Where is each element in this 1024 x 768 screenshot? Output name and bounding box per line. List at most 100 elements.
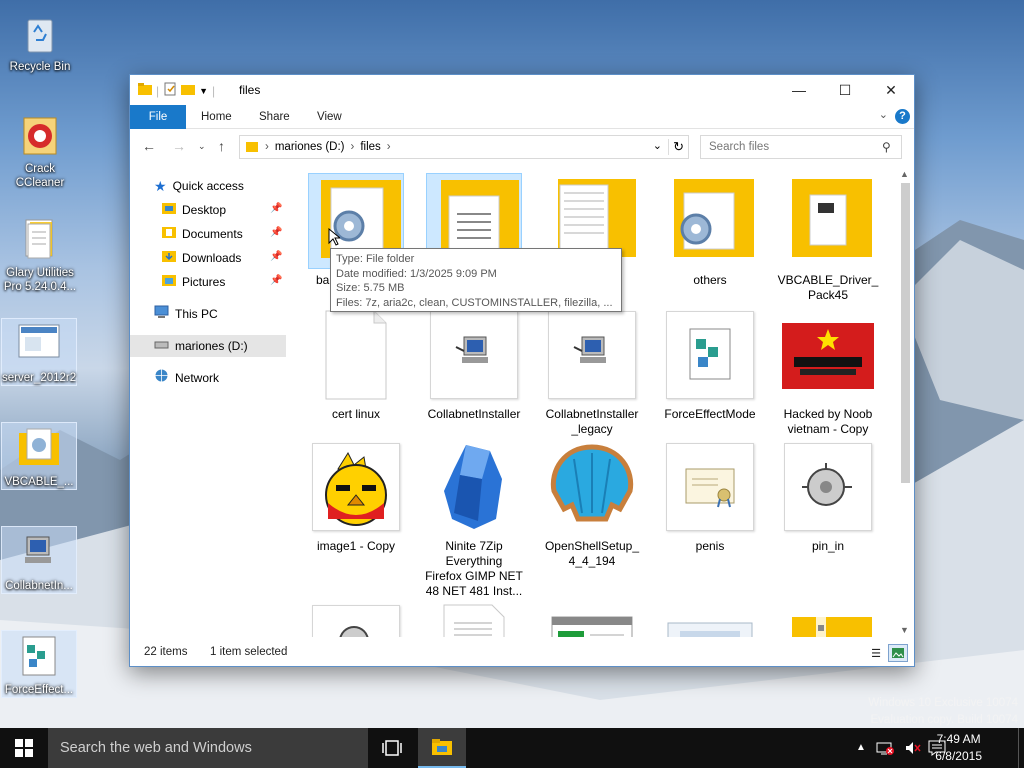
- item-label: OpenShellSetup_ 4_4_194: [544, 539, 640, 568]
- search-input[interactable]: Search files: [700, 135, 902, 159]
- nav-downloads[interactable]: Downloads: [162, 247, 241, 269]
- item-label: pin_in: [811, 539, 845, 553]
- watermark-line-2: Evaluation copy. Build 10074: [870, 714, 1018, 726]
- tab-view[interactable]: View: [303, 105, 356, 129]
- pictures-folder-icon: [162, 271, 176, 293]
- folder-icon: [780, 173, 876, 269]
- list-item-cert-linux[interactable]: cert linux: [304, 307, 408, 422]
- list-item-row4-3[interactable]: [540, 601, 644, 637]
- list-item-row4-4[interactable]: [658, 601, 762, 637]
- item-label: Ninite 7Zip Everything Firefox GIMP NET …: [425, 539, 523, 598]
- list-item-row4-1[interactable]: [304, 601, 408, 637]
- show-hidden-icons-icon[interactable]: ▲: [856, 742, 866, 753]
- item-label: ForceEffectMode: [664, 407, 756, 421]
- maximize-button[interactable]: ☐: [822, 75, 868, 105]
- desktop-icon-glary-utilities[interactable]: Glary Utilities Pro 5.24.0.4...: [0, 212, 80, 294]
- ccleaner-icon: [16, 112, 64, 160]
- nav-drive-mariones[interactable]: mariones (D:): [130, 335, 286, 357]
- new-folder-icon[interactable]: [181, 83, 196, 98]
- up-arrow-icon[interactable]: ↑: [218, 138, 225, 154]
- item-label: VBCABLE_Driver_ Pack45: [777, 273, 879, 302]
- task-view-button[interactable]: [368, 728, 416, 768]
- breadcrumb-drive[interactable]: mariones (D:): [275, 141, 345, 153]
- scroll-down-icon[interactable]: ▼: [900, 625, 909, 635]
- tab-file[interactable]: File: [130, 105, 186, 129]
- nav-network[interactable]: Network: [154, 367, 219, 389]
- details-view-icon[interactable]: ☰: [866, 644, 886, 662]
- scrollbar-thumb[interactable]: [901, 183, 910, 483]
- desktop-icon-label: server_2012r2: [2, 372, 77, 384]
- forward-arrow-icon[interactable]: →: [172, 138, 186, 154]
- list-item-folder-vbcable[interactable]: VBCABLE_Driver_ Pack45: [776, 173, 880, 303]
- list-item-row4-2[interactable]: [422, 601, 526, 637]
- desktop-icon-label: VBCABLE_...: [4, 476, 74, 488]
- title-bar[interactable]: | ▼ | files — ☐ ✕: [130, 75, 914, 105]
- pin-icon[interactable]: 📌: [270, 251, 282, 262]
- refresh-icon[interactable]: ↻: [668, 139, 684, 155]
- list-item-collabnetinstaller-legacy[interactable]: CollabnetInstaller _legacy: [540, 307, 644, 437]
- show-desktop-button[interactable]: [1018, 728, 1024, 768]
- volume-muted-icon[interactable]: [904, 740, 922, 759]
- file-explorer-taskbar-button[interactable]: [418, 728, 466, 768]
- system-clock[interactable]: 7:49 AM 6/8/2015: [935, 731, 982, 765]
- network-disconnected-icon[interactable]: [876, 740, 894, 759]
- list-item-image1-copy[interactable]: image1 - Copy: [304, 439, 408, 554]
- list-item-collabnetinstaller[interactable]: CollabnetInstaller: [422, 307, 526, 422]
- recent-locations-icon[interactable]: ⌄: [198, 141, 206, 152]
- pin-icon[interactable]: 📌: [270, 227, 282, 238]
- taskbar-search-box[interactable]: Search the web and Windows: [48, 728, 368, 768]
- vertical-scrollbar[interactable]: ▲ ▼: [898, 167, 912, 637]
- nav-documents[interactable]: Documents: [162, 223, 243, 245]
- nav-this-pc[interactable]: This PC: [154, 303, 218, 325]
- close-button[interactable]: ✕: [868, 75, 914, 105]
- desktop-icon-crack-ccleaner[interactable]: Crack CCleaner: [2, 108, 78, 190]
- search-icon: ⚲: [882, 140, 891, 154]
- tab-home[interactable]: Home: [187, 105, 246, 129]
- list-item-openshellsetup[interactable]: OpenShellSetup_ 4_4_194: [540, 439, 644, 569]
- item-count: 22 items: [144, 646, 188, 658]
- documents-folder-icon: [162, 223, 176, 245]
- text-file-icon: [426, 601, 522, 637]
- list-item-penis[interactable]: penis: [658, 439, 762, 554]
- back-arrow-icon[interactable]: ←: [142, 138, 156, 154]
- desktop-icon-server[interactable]: server_2012r2: [1, 318, 77, 386]
- expand-ribbon-icon[interactable]: ⌄: [879, 108, 888, 121]
- recycle-bin-icon: [16, 10, 64, 58]
- explorer-window[interactable]: | ▼ | files — ☐ ✕ File Home Share View ⌄…: [129, 74, 915, 667]
- properties-icon[interactable]: [163, 82, 177, 99]
- desktop-icon-vbcable[interactable]: VBCABLE_...: [1, 422, 77, 490]
- list-item-ninite[interactable]: Ninite 7Zip Everything Firefox GIMP NET …: [422, 439, 526, 599]
- list-item-folder-others[interactable]: others: [658, 173, 762, 288]
- scroll-up-icon[interactable]: ▲: [900, 169, 909, 179]
- list-item-forceeffectmode[interactable]: ForceEffectMode: [658, 307, 762, 422]
- selection-status: 1 item selected: [210, 646, 288, 658]
- pin-icon[interactable]: 📌: [270, 275, 282, 286]
- archive-folder-icon: [780, 601, 876, 637]
- tooltip-size: Size: 5.75 MB: [336, 282, 405, 294]
- list-item-pin-in[interactable]: pin_in: [776, 439, 880, 554]
- address-bar[interactable]: › mariones (D:) › files › ⌄ ↻: [239, 135, 689, 159]
- address-dropdown-icon[interactable]: ⌄: [653, 139, 662, 152]
- desktop-icon-collabnet[interactable]: CollabnetIn...: [1, 526, 77, 594]
- certificate-icon: [662, 439, 758, 535]
- breadcrumb-folder[interactable]: files: [360, 141, 380, 153]
- list-item-row4-5[interactable]: [776, 601, 880, 637]
- nav-pictures[interactable]: Pictures: [162, 271, 225, 293]
- tab-share[interactable]: Share: [245, 105, 304, 129]
- start-button[interactable]: [0, 728, 48, 768]
- help-button[interactable]: ?: [895, 109, 910, 124]
- task-view-icon: [382, 740, 402, 756]
- nav-quick-access[interactable]: ★ Quick access: [154, 175, 244, 197]
- chevron-down-icon[interactable]: ▼: [199, 86, 208, 96]
- list-item-hacked-by-noob[interactable]: Hacked by Noob vietnam - Copy: [776, 307, 880, 437]
- desktop-icon-recycle-bin[interactable]: Recycle Bin: [2, 6, 78, 74]
- pin-icon[interactable]: 📌: [270, 203, 282, 214]
- navigation-pane: ★ Quick access Desktop 📌 Documents 📌 Dow…: [130, 165, 292, 637]
- nav-desktop[interactable]: Desktop: [162, 199, 226, 221]
- folder-icon: [138, 83, 152, 98]
- file-list[interactable]: ba... others VBCABLE_Driver_ Pack45 cert…: [292, 165, 896, 637]
- desktop-icon-label: CollabnetIn...: [5, 580, 73, 592]
- desktop-icon-forceeffect[interactable]: ForceEffect...: [1, 630, 77, 698]
- minimize-button[interactable]: —: [776, 75, 822, 105]
- large-icons-view-icon[interactable]: [888, 644, 908, 662]
